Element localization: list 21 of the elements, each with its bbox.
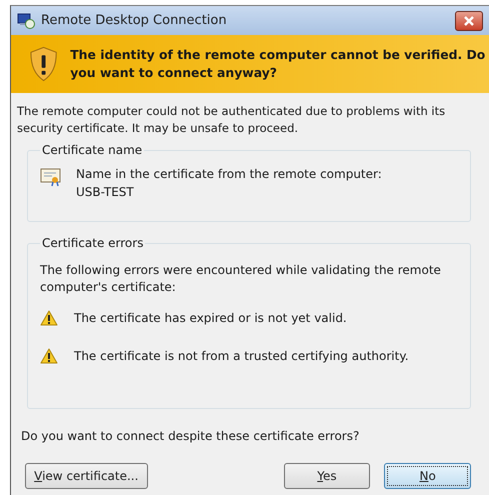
window-title: Remote Desktop Connection bbox=[41, 13, 228, 28]
warning-icon bbox=[40, 348, 58, 364]
close-icon bbox=[463, 16, 475, 26]
dialog-button[interactable]: No bbox=[384, 463, 471, 489]
certificate-name: USB-TEST bbox=[76, 185, 135, 199]
error-text: The certificate is not from a trusted certifying authority. bbox=[74, 349, 409, 363]
field-label: Name in the certificate from the remote computer: bbox=[76, 167, 382, 181]
intro-text: The remote computer could not be authenticated due to problems with its security certificate. It may be unsafe to proceed. bbox=[17, 103, 446, 137]
banner-text: The identity of the remote computer cannot be verified. Do you want to connect anyway? bbox=[70, 46, 486, 82]
dialog-button[interactable]: View certificate... bbox=[25, 463, 148, 489]
close-button[interactable] bbox=[455, 10, 483, 30]
group-title: Certificate name bbox=[41, 143, 144, 157]
certificate-icon bbox=[40, 167, 62, 187]
dialog-button[interactable]: Yes bbox=[284, 463, 370, 489]
monitor-icon bbox=[17, 12, 35, 28]
group-title: Certificate errors bbox=[41, 236, 144, 250]
question-text: Do you want to connect despite these certificate errors? bbox=[21, 429, 360, 443]
shield-warning-icon bbox=[29, 46, 58, 82]
warning-icon bbox=[40, 310, 58, 326]
error-text: The certificate has expired or is not yet valid. bbox=[74, 311, 347, 325]
errors-intro: The following errors were encountered while validating the remote computer's certificate: bbox=[40, 262, 442, 296]
